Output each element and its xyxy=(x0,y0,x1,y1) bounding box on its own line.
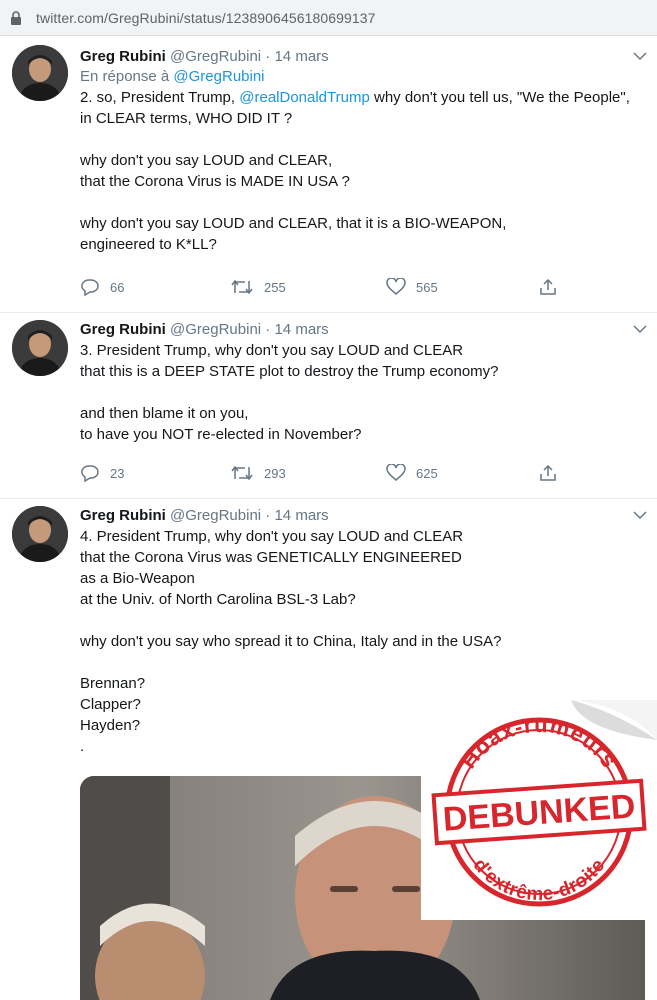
author-name[interactable]: Greg Rubini xyxy=(80,507,166,524)
url-text: twitter.com/GregRubini/status/1238906456… xyxy=(36,10,376,26)
tweet-text: 2. so, President Trump, @realDonaldTrump… xyxy=(80,87,643,255)
like-count: 625 xyxy=(416,465,438,481)
mention-link[interactable]: @realDonaldTrump xyxy=(239,89,370,106)
author-name[interactable]: Greg Rubini xyxy=(80,321,166,338)
like-button[interactable]: 565 xyxy=(386,277,438,297)
tweet-actions: 66 255 565 xyxy=(80,277,580,297)
tweet[interactable]: Greg Rubini @GregRubini · 14 mars En rép… xyxy=(0,37,657,313)
reply-button[interactable]: 66 xyxy=(80,277,124,297)
share-icon xyxy=(540,278,556,295)
retweet-count: 255 xyxy=(264,279,286,295)
retweet-button[interactable]: 293 xyxy=(230,463,286,483)
retweet-icon xyxy=(231,465,253,481)
author-handle[interactable]: @GregRubini xyxy=(170,321,261,338)
debunked-stamp: Hoax-rumeurs DEBUNKED d'extrême-droite xyxy=(421,700,657,920)
like-icon xyxy=(386,278,406,295)
retweet-count: 293 xyxy=(264,465,286,481)
separator: · xyxy=(265,507,271,524)
tweet-actions: 23 293 625 xyxy=(80,463,580,483)
tweet-header: Greg Rubini @GregRubini · 14 mars xyxy=(80,47,643,67)
chevron-down-icon[interactable] xyxy=(633,510,647,520)
share-button[interactable] xyxy=(538,277,568,297)
tweet-time[interactable]: 14 mars xyxy=(274,507,328,524)
like-count: 565 xyxy=(416,279,438,295)
tweet-time[interactable]: 14 mars xyxy=(274,48,328,65)
reply-icon xyxy=(81,279,99,296)
lock-icon xyxy=(11,11,21,25)
retweet-button[interactable]: 255 xyxy=(230,277,286,297)
separator: · xyxy=(265,48,271,65)
reply-button[interactable]: 23 xyxy=(80,463,124,483)
reply-count: 66 xyxy=(110,279,125,295)
author-handle[interactable]: @GregRubini xyxy=(170,48,261,65)
author-name[interactable]: Greg Rubini xyxy=(80,48,166,65)
retweet-icon xyxy=(231,279,253,295)
like-icon xyxy=(386,464,406,481)
like-button[interactable]: 625 xyxy=(386,463,438,483)
browser-address-bar[interactable]: twitter.com/GregRubini/status/1238906456… xyxy=(0,0,657,36)
author-handle[interactable]: @GregRubini xyxy=(170,507,261,524)
share-button[interactable] xyxy=(538,463,568,483)
avatar[interactable] xyxy=(12,506,68,562)
reply-prefix: En réponse à xyxy=(80,68,170,85)
reply-context: En réponse à @GregRubini xyxy=(80,67,643,87)
reply-to-link[interactable]: @GregRubini xyxy=(173,68,264,85)
tweet-header: Greg Rubini @GregRubini · 14 mars xyxy=(80,320,643,340)
tweet-time[interactable]: 14 mars xyxy=(274,321,328,338)
tweet-text-post: why don't you tell us, "We the People", … xyxy=(80,89,630,253)
chevron-down-icon[interactable] xyxy=(633,51,647,61)
tweet-text: 3. President Trump, why don't you say LO… xyxy=(80,342,499,443)
avatar[interactable] xyxy=(12,320,68,376)
separator: · xyxy=(265,321,271,338)
reply-count: 23 xyxy=(110,465,125,481)
tweet-header: Greg Rubini @GregRubini · 14 mars xyxy=(80,506,643,526)
share-icon xyxy=(540,464,556,481)
avatar[interactable] xyxy=(12,45,68,101)
tweet[interactable]: Greg Rubini @GregRubini · 14 mars 3. Pre… xyxy=(0,314,657,499)
reply-icon xyxy=(81,465,99,482)
tweet-text-pre: 2. so, President Trump, xyxy=(80,89,240,106)
chevron-down-icon[interactable] xyxy=(633,324,647,334)
